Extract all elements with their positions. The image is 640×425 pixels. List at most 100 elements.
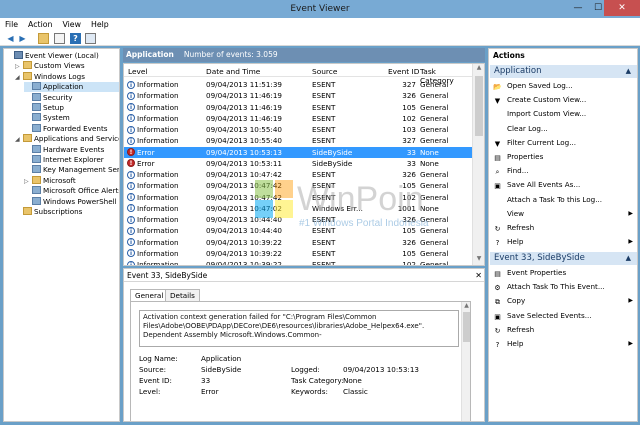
back-arrow-icon[interactable]: ◀ — [5, 33, 16, 44]
tree-item[interactable]: Subscriptions — [15, 207, 119, 217]
event-row[interactable]: i Information 09/04/2013 10:39:22 ESENT 326 G… — [124, 237, 472, 248]
actions-title: Actions — [489, 49, 637, 63]
tree-item[interactable]: Internet Explorer — [24, 155, 119, 165]
column-level[interactable]: Level — [128, 67, 148, 76]
scroll-thumb[interactable] — [475, 76, 483, 136]
close-button[interactable]: ✕ — [604, 0, 640, 16]
column-source[interactable]: Source — [312, 67, 337, 76]
collapse-icon[interactable]: ▲ — [626, 65, 631, 78]
action-item[interactable]: ⧉ Copy ▶ — [493, 295, 633, 307]
event-date: 09/04/2013 11:46:19 — [206, 113, 282, 123]
minimize-button[interactable]: — — [568, 0, 588, 16]
event-row[interactable]: i Information 09/04/2013 11:46:19 ESENT 326 G… — [124, 90, 472, 101]
tree-item[interactable]: Windows PowerShell — [24, 196, 119, 207]
action-item[interactable]: Import Custom View... — [493, 108, 633, 120]
tree-item[interactable]: Event Viewer (Local) — [6, 51, 119, 61]
console-icon[interactable] — [54, 33, 65, 44]
action-item[interactable]: 📂 Open Saved Log... — [493, 80, 633, 92]
actions-section-event[interactable]: Event 33, SideBySide ▲ — [490, 252, 637, 265]
event-row[interactable]: i Information 09/04/2013 10:47:42 ESENT 326 G… — [124, 169, 472, 180]
tree-item[interactable]: Setup — [24, 103, 119, 113]
tree-item[interactable]: ◢ Windows Logs — [15, 71, 119, 83]
action-item[interactable]: ▼ Filter Current Log... — [493, 137, 633, 149]
action-item[interactable]: View ▶ — [493, 208, 633, 220]
event-row[interactable]: ! Error 09/04/2013 10:53:11 SideBySide 33 Non… — [124, 158, 472, 169]
event-row[interactable]: i Information 09/04/2013 10:39:22 ESENT 102 G… — [124, 259, 472, 265]
tree-item[interactable]: ▷ Microsoft — [24, 175, 119, 186]
event-row[interactable]: i Information 09/04/2013 10:55:40 ESENT 103 G… — [124, 124, 472, 135]
menu-file[interactable]: File — [0, 18, 23, 29]
actions-section-application[interactable]: Application ▲ — [490, 65, 637, 78]
event-row[interactable]: i Information 09/04/2013 10:47:42 ESENT 105 G… — [124, 180, 472, 191]
action-item[interactable]: ⚙ Attach Task To This Event... — [493, 281, 633, 293]
event-date: 09/04/2013 10:47:42 — [206, 192, 282, 202]
grid-scrollbar[interactable]: ▲ ▼ — [472, 64, 484, 265]
action-item[interactable]: ▣ Save Selected Events... — [493, 310, 633, 322]
event-cat: General — [420, 113, 449, 123]
menu-view[interactable]: View — [57, 18, 86, 29]
action-icon: ? — [495, 341, 500, 349]
action-item[interactable]: ↻ Refresh — [493, 324, 633, 336]
action-item[interactable]: ↻ Refresh — [493, 222, 633, 234]
event-row[interactable]: i Information 09/04/2013 11:51:39 ESENT 327 G… — [124, 79, 472, 90]
forward-arrow-icon[interactable]: ▶ — [17, 33, 28, 44]
event-cat: General — [420, 226, 449, 236]
tree-item[interactable]: Hardware Events — [24, 144, 119, 155]
event-row[interactable]: i Information 09/04/2013 10:44:40 ESENT 105 G… — [124, 225, 472, 236]
show-hide-pane-icon[interactable] — [85, 33, 96, 44]
tree-item[interactable]: System — [24, 113, 119, 123]
event-row[interactable]: ! Error 09/04/2013 10:53:13 SideBySide 33 Non… — [124, 146, 472, 158]
tab-details[interactable]: Details — [165, 289, 200, 301]
action-item[interactable]: Clear Log... — [493, 123, 633, 135]
expand-arrow-icon[interactable]: ◢ — [15, 73, 23, 83]
detail-scroll-up-icon[interactable]: ▲ — [462, 302, 471, 312]
folder-icon[interactable] — [38, 33, 49, 44]
detail-scroll-thumb[interactable] — [463, 312, 470, 342]
log-icon — [32, 144, 41, 153]
detail-close-icon[interactable]: ✕ — [475, 269, 482, 282]
tree-item[interactable]: ▷ Custom Views — [15, 61, 119, 71]
folder-icon — [23, 207, 32, 215]
tree-item[interactable]: Security — [24, 92, 119, 103]
tree-item[interactable]: ◢ Applications and Services Lo — [15, 134, 119, 144]
event-row[interactable]: i Information 09/04/2013 10:55:40 ESENT 327 G… — [124, 135, 472, 146]
expand-arrow-icon[interactable]: ◢ — [15, 135, 23, 145]
tree-item[interactable]: Application — [24, 82, 119, 93]
event-row[interactable]: i Information 09/04/2013 11:46:19 ESENT 102 G… — [124, 113, 472, 124]
scroll-down-icon[interactable]: ▼ — [473, 255, 484, 265]
action-item[interactable]: ⌕ Find... — [493, 165, 633, 177]
column-event-id[interactable]: Event ID — [388, 67, 419, 76]
action-item[interactable]: ▼ Create Custom View... — [493, 94, 633, 106]
event-source: ESENT — [312, 248, 336, 258]
information-icon: i — [127, 260, 135, 265]
action-item[interactable]: ▣ Save All Events As... — [493, 179, 633, 191]
event-row[interactable]: i Information 09/04/2013 10:47:02 Windows E… — [124, 203, 472, 214]
submenu-arrow-icon: ▶ — [628, 340, 633, 347]
action-item[interactable]: ▤ Properties — [493, 151, 633, 163]
tree-item-label: Hardware Events — [43, 144, 105, 154]
event-row[interactable]: i Information 09/04/2013 11:46:19 ESENT 105 G… — [124, 102, 472, 113]
action-item[interactable]: ? Help ▶ — [493, 338, 633, 350]
event-row[interactable]: i Information 09/04/2013 10:47:42 ESENT 102 G… — [124, 192, 472, 203]
menu-action[interactable]: Action — [23, 18, 57, 29]
tree-item[interactable]: Microsoft Office Alerts — [24, 186, 119, 196]
information-icon: i — [127, 125, 135, 134]
event-row[interactable]: i Information 09/04/2013 10:39:22 ESENT 105 G… — [124, 248, 472, 259]
scroll-up-icon[interactable]: ▲ — [473, 64, 484, 74]
tree-item[interactable]: Key Management Service — [24, 165, 119, 175]
event-row[interactable]: i Information 09/04/2013 10:44:40 ESENT 326 G… — [124, 214, 472, 225]
tree-item[interactable]: Forwarded Events — [24, 123, 119, 134]
log-icon — [32, 165, 41, 174]
information-icon: i — [127, 170, 135, 179]
action-item[interactable]: ? Help ▶ — [493, 236, 633, 248]
help-icon[interactable]: ? — [70, 33, 81, 44]
collapse-icon[interactable]: ▲ — [626, 252, 631, 265]
property-value: Classic — [343, 387, 368, 396]
action-item[interactable]: ▤ Event Properties — [493, 267, 633, 279]
action-item[interactable]: Attach a Task To this Log... — [493, 194, 633, 206]
menu-help[interactable]: Help — [86, 18, 114, 29]
log-icon — [32, 186, 41, 195]
detail-scrollbar[interactable]: ▲ — [461, 302, 471, 421]
column-date[interactable]: Date and Time — [206, 67, 260, 76]
tree-item-label: Custom Views — [34, 61, 85, 71]
